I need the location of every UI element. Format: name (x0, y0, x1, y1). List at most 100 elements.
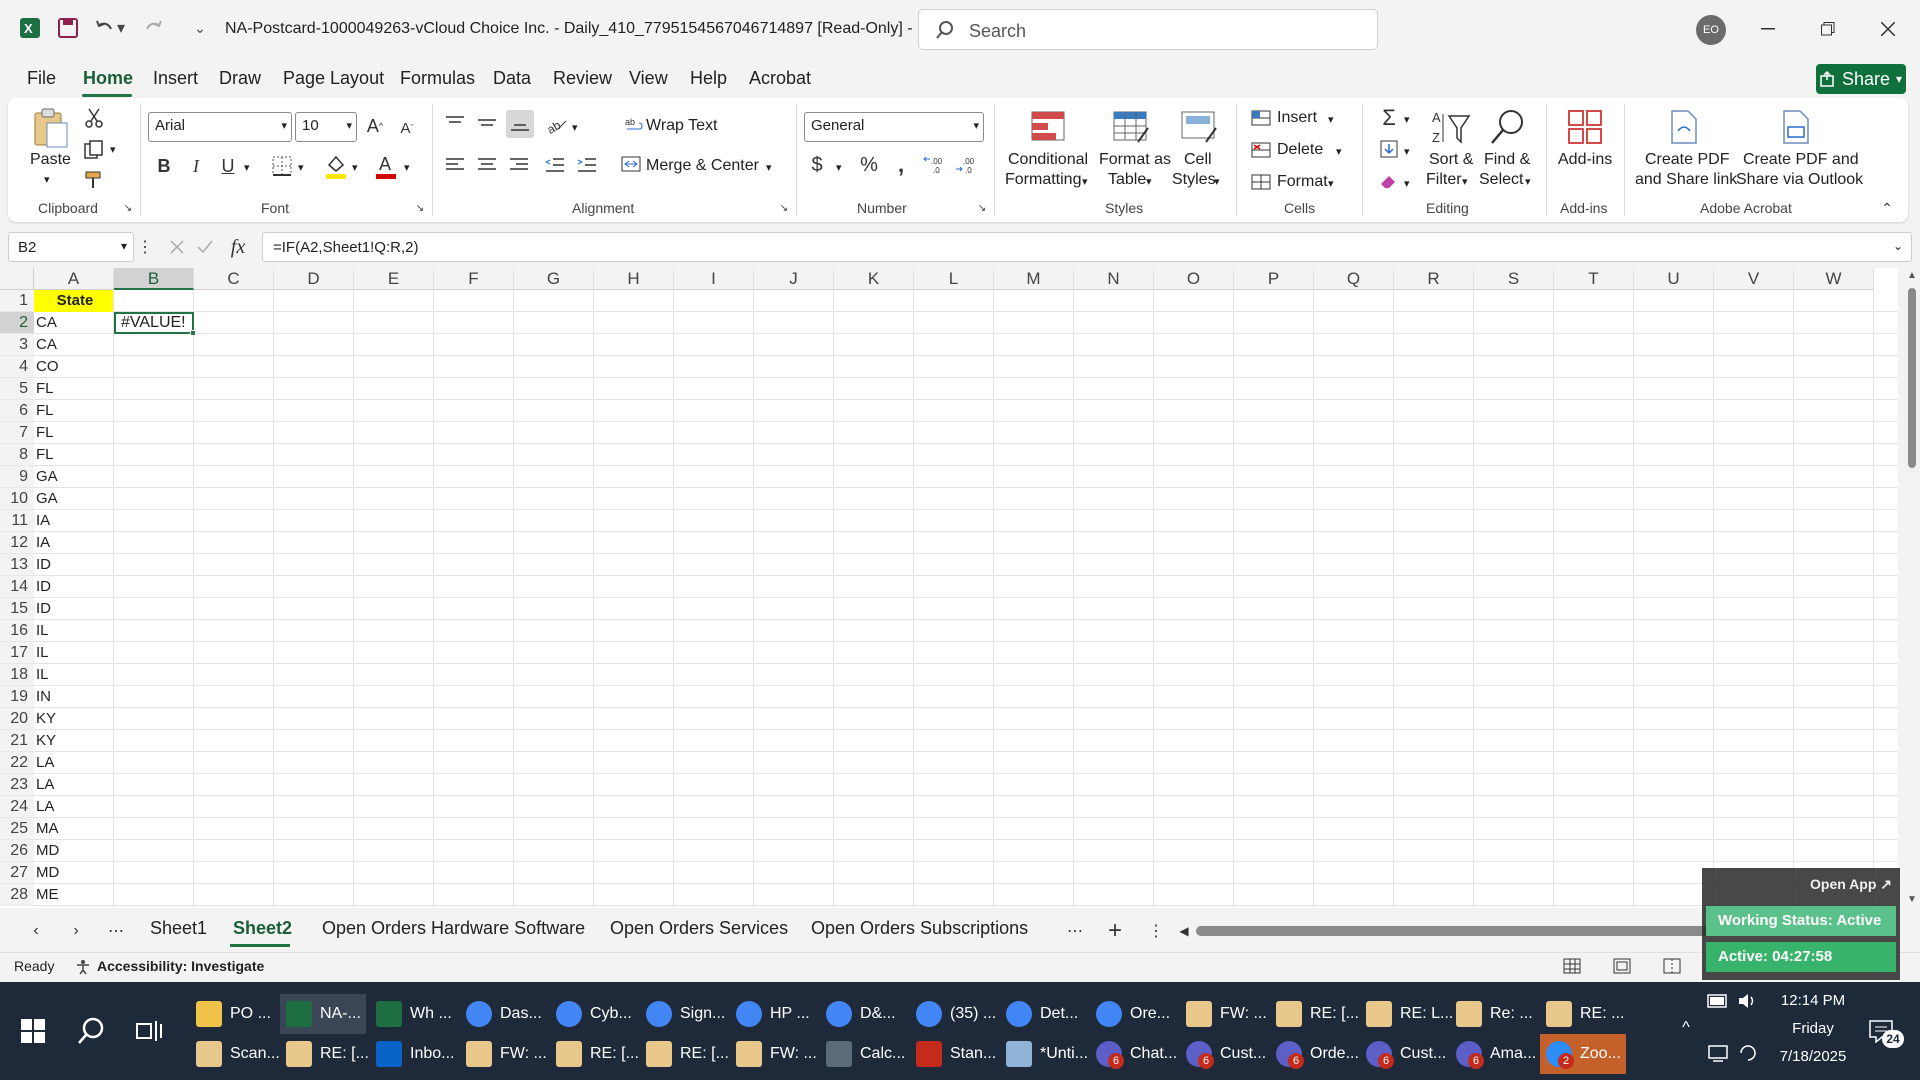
font-color-icon[interactable]: A (374, 152, 398, 180)
align-right-icon[interactable] (506, 152, 532, 178)
clear-dropdown-icon[interactable]: ▾ (1404, 174, 1410, 194)
column-header-b[interactable]: B (114, 268, 194, 290)
column-header-f[interactable]: F (434, 268, 514, 290)
cell-state[interactable]: GA (34, 488, 114, 510)
comma-style-icon[interactable]: , (890, 152, 912, 178)
row-header[interactable]: 14 (0, 576, 34, 598)
autosum-icon[interactable]: Σ (1378, 105, 1400, 130)
search-input[interactable]: Search (918, 9, 1378, 50)
sort-filter-label-1[interactable]: Sort & (1429, 150, 1473, 170)
row-header[interactable]: 15 (0, 598, 34, 620)
number-format-select[interactable]: General ▾ (804, 112, 984, 142)
row-header[interactable]: 8 (0, 444, 34, 466)
menu-acrobat[interactable]: Acrobat (749, 68, 811, 89)
format-painter-icon[interactable] (82, 168, 106, 192)
cut-icon[interactable] (82, 106, 106, 130)
cell-state[interactable]: IA (34, 532, 114, 554)
normal-view-icon[interactable] (1560, 954, 1584, 978)
currency-dropdown-icon[interactable]: ▾ (836, 158, 842, 178)
taskbar-app[interactable]: NA-... (280, 994, 366, 1034)
taskbar-app[interactable]: FW: ... (1180, 994, 1267, 1034)
system-tray-expand-icon[interactable]: ^ (1676, 1018, 1696, 1038)
increase-indent-icon[interactable] (574, 152, 600, 178)
taskbar-app[interactable]: HP ... (730, 994, 816, 1034)
tab-sheet1[interactable]: Sheet1 (150, 918, 207, 939)
taskbar-app[interactable]: Scan... (190, 1034, 280, 1074)
taskbar-app[interactable]: 2 Zoo... (1540, 1034, 1626, 1074)
cell-styles-icon[interactable] (1178, 106, 1220, 148)
cell-state[interactable]: LA (34, 752, 114, 774)
page-break-preview-icon[interactable] (1660, 954, 1684, 978)
customize-qat-icon[interactable]: ⌄ (186, 14, 214, 42)
column-header-h[interactable]: H (594, 268, 674, 290)
dialog-launcher-icon[interactable]: ↘ (122, 202, 134, 214)
underline-dropdown-icon[interactable]: ▾ (244, 158, 250, 178)
taskbar-search-icon[interactable] (74, 1014, 108, 1048)
page-layout-view-icon[interactable] (1610, 954, 1634, 978)
create-pdf-outlook-label-2[interactable]: Share via Outlook (1736, 170, 1863, 190)
percent-icon[interactable]: % (856, 152, 882, 178)
create-pdf-share-icon[interactable] (1666, 108, 1702, 146)
column-header-p[interactable]: P (1234, 268, 1314, 290)
menu-draw[interactable]: Draw (219, 68, 261, 89)
row-header[interactable]: 24 (0, 796, 34, 818)
row-header[interactable]: 13 (0, 554, 34, 576)
row-header[interactable]: 26 (0, 840, 34, 862)
paste-button[interactable]: Paste (30, 150, 71, 170)
fill-dropdown-icon[interactable]: ▾ (1404, 142, 1410, 162)
avatar[interactable]: EO (1696, 15, 1726, 45)
decrease-indent-icon[interactable] (542, 152, 568, 178)
cell-state[interactable]: IL (34, 664, 114, 686)
column-header-s[interactable]: S (1474, 268, 1554, 290)
taskbar-app[interactable]: 6 Chat... (1090, 1034, 1177, 1074)
format-cells-button[interactable]: Format (1277, 172, 1328, 192)
font-name-select[interactable]: Arial ▾ (148, 112, 292, 142)
cell-state[interactable]: FL (34, 422, 114, 444)
minimize-icon[interactable] (1748, 14, 1788, 44)
row-header[interactable]: 10 (0, 488, 34, 510)
sort-filter-icon[interactable]: AZ (1430, 106, 1472, 148)
menu-home[interactable]: Home (83, 68, 133, 89)
autosum-dropdown-icon[interactable]: ▾ (1404, 110, 1410, 130)
bold-button[interactable]: B (152, 154, 176, 178)
cell-state[interactable]: KY (34, 708, 114, 730)
column-header-i[interactable]: I (674, 268, 754, 290)
insert-cells-button[interactable]: Insert (1277, 108, 1317, 128)
cell-state[interactable]: IN (34, 686, 114, 708)
taskbar-app[interactable]: D&... (820, 994, 906, 1034)
conditional-formatting-label-2[interactable]: Formatting (1005, 170, 1081, 190)
taskbar-app[interactable]: 6 Ama... (1450, 1034, 1536, 1074)
sort-dropdown-icon[interactable]: ▾ (1462, 172, 1468, 192)
conditional-formatting-icon[interactable] (1028, 106, 1070, 148)
cell-state[interactable]: CA (34, 334, 114, 356)
taskbar-app[interactable]: Re: ... (1450, 994, 1536, 1034)
taskbar-app[interactable]: *Unti... (1000, 1034, 1088, 1074)
delete-cells-button[interactable]: Delete (1277, 140, 1323, 160)
column-header-w[interactable]: W (1794, 268, 1874, 290)
row-header[interactable]: 4 (0, 356, 34, 378)
add-ins-button[interactable]: Add-ins (1558, 150, 1612, 170)
sheet-options-icon[interactable]: ⋮ (1148, 920, 1164, 942)
merge-center-icon[interactable] (620, 154, 642, 174)
cell-styles-dropdown-icon[interactable]: ▾ (1214, 172, 1220, 192)
taskbar-app[interactable]: Calc... (820, 1034, 906, 1074)
column-header-q[interactable]: Q (1314, 268, 1394, 290)
close-icon[interactable] (1868, 14, 1908, 44)
column-header-e[interactable]: E (354, 268, 434, 290)
cell-state[interactable]: IL (34, 620, 114, 642)
column-header-n[interactable]: N (1074, 268, 1154, 290)
borders-icon[interactable] (270, 154, 294, 178)
battery-icon[interactable] (1706, 990, 1730, 1012)
add-ins-icon[interactable] (1564, 106, 1606, 148)
format-dropdown-icon[interactable]: ▾ (1328, 174, 1334, 194)
vertical-scrollbar[interactable]: ▲ ▼ (1904, 268, 1920, 908)
cell-state[interactable]: IL (34, 642, 114, 664)
row-header[interactable]: 1 (0, 290, 34, 312)
copy-dropdown-icon[interactable]: ▾ (110, 140, 116, 160)
italic-button[interactable]: I (184, 154, 208, 178)
menu-page-layout[interactable]: Page Layout (283, 68, 384, 89)
more-options-icon[interactable]: ⋮ (137, 236, 153, 258)
format-as-table-label-2[interactable]: Table (1108, 170, 1146, 190)
insert-cells-icon[interactable] (1250, 108, 1272, 128)
merge-center-button[interactable]: Merge & Center (646, 156, 759, 176)
